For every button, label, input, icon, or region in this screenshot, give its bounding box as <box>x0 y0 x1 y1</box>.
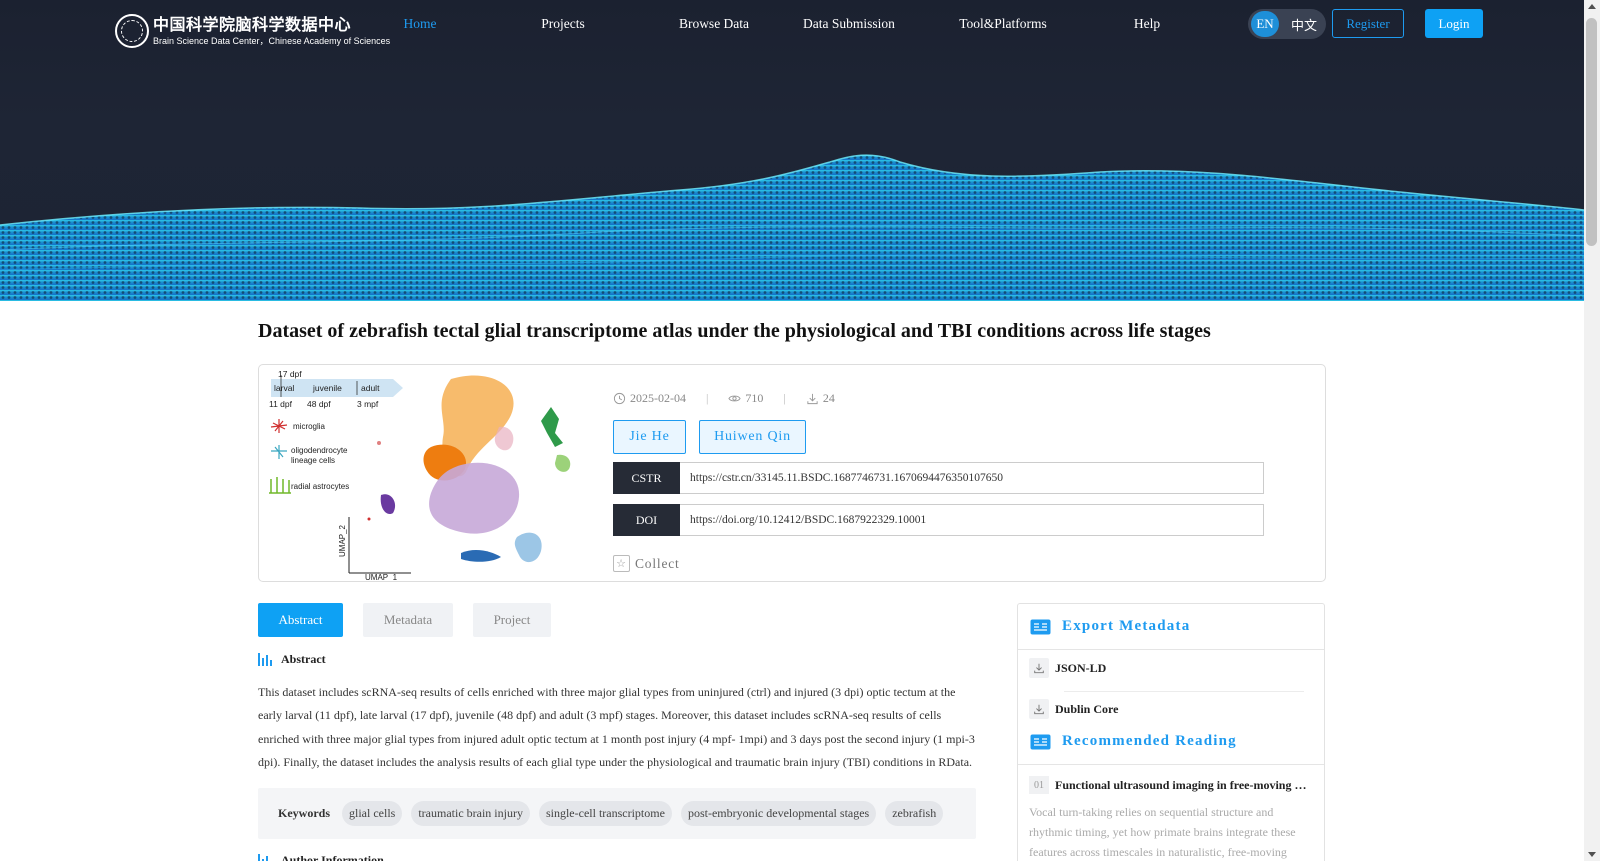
cas-seal-icon <box>115 14 149 48</box>
scroll-down-arrow-icon[interactable] <box>1588 852 1596 857</box>
site-logo[interactable]: 中国科学院脑科学数据中心 Brain Science Data Center，C… <box>115 14 390 48</box>
side-panel: Export Metadata JSON-LD Dublin Core Reco… <box>1017 603 1325 861</box>
thumb-legend-radial: radial astrocytes <box>291 482 349 491</box>
export-metadata-title: Export Metadata <box>1062 618 1191 634</box>
abstract-heading: Abstract <box>258 652 326 667</box>
eye-icon <box>728 395 742 402</box>
keyword-tag[interactable]: single-cell transcriptome <box>538 801 672 826</box>
export-json-ld-label: JSON-LD <box>1055 660 1107 675</box>
thumb-stage-larval: larval <box>274 383 294 393</box>
bars-icon <box>258 854 272 861</box>
keyword-tag[interactable]: glial cells <box>342 801 403 826</box>
cstr-link[interactable]: https://cstr.cn/33145.11.BSDC.1687746731… <box>680 462 1264 494</box>
recommended-reading-heading: Recommended Reading <box>1030 733 1237 750</box>
cstr-row: CSTR https://cstr.cn/33145.11.BSDC.16877… <box>613 462 1264 494</box>
oligodendrocyte-icon <box>271 445 287 459</box>
keywords-box: Keywords glial cells traumatic brain inj… <box>258 788 976 839</box>
thumb-stage-48dpf: 48 dpf <box>307 399 331 409</box>
keyword-tag[interactable]: zebrafish <box>885 801 944 826</box>
thumb-stage-adult: adult <box>361 383 380 393</box>
thumb-axis-x-label: UMAP_1 <box>365 573 398 581</box>
keywords-label: Keywords <box>278 806 330 820</box>
author-button[interactable]: Huiwen Qin <box>699 420 806 454</box>
thumb-stage-3mpf: 3 mpf <box>357 399 379 409</box>
thumb-legend-oligo-1: oligodendrocyte <box>291 446 348 455</box>
download-icon <box>1029 699 1049 719</box>
bars-icon <box>258 653 272 666</box>
thumb-stage-17dpf: 17 dpf <box>278 369 302 379</box>
nav-tool-platforms[interactable]: Tool&Platforms <box>943 17 1063 31</box>
logo-english-name: Brain Science Data Center，Chinese Academ… <box>153 35 391 46</box>
publish-date: 2025-02-04 <box>630 391 686 405</box>
thumb-stage-juvenile: juvenile <box>312 383 342 393</box>
date-meta: 2025-02-04 <box>613 391 686 406</box>
language-toggle[interactable]: EN 中文 <box>1248 9 1326 39</box>
downloads-meta: 24 <box>806 391 835 406</box>
thumb-legend-oligo-2: lineage cells <box>291 456 335 465</box>
nav-projects[interactable]: Projects <box>503 17 623 31</box>
cstr-label: CSTR <box>613 462 680 494</box>
dataset-info-card: 17 dpf larval juvenile adult 11 dpf 48 d… <box>258 364 1326 582</box>
nav-data-submission[interactable]: Data Submission <box>799 17 899 31</box>
rec-title[interactable]: Functional ultrasound imaging in free-mo… <box>1055 778 1313 793</box>
page-scrollbar[interactable] <box>1584 0 1600 861</box>
tab-abstract[interactable]: Abstract <box>258 603 343 637</box>
login-button[interactable]: Login <box>1425 9 1483 38</box>
author-info-heading: Author Information <box>258 853 384 861</box>
lang-cn-option[interactable]: 中文 <box>1291 15 1317 34</box>
lang-en-option[interactable]: EN <box>1251 11 1279 37</box>
view-count: 710 <box>745 391 764 405</box>
book-icon <box>1030 734 1051 749</box>
collect-label: Collect <box>635 555 680 571</box>
collect-button[interactable]: ☆ Collect <box>613 555 680 572</box>
download-icon <box>807 393 818 405</box>
scroll-up-arrow-icon[interactable] <box>1588 4 1596 9</box>
keyword-tag[interactable]: traumatic brain injury <box>411 801 530 826</box>
tab-project[interactable]: Project <box>473 603 551 637</box>
star-icon: ☆ <box>613 555 630 572</box>
author-info-heading-text: Author Information <box>281 853 384 861</box>
recommended-reading-title: Recommended Reading <box>1062 733 1237 749</box>
author-button[interactable]: Jie He <box>613 420 686 454</box>
thumb-axis-y-label: UMAP_2 <box>338 524 347 557</box>
dataset-umap-thumbnail: 17 dpf larval juvenile adult 11 dpf 48 d… <box>269 369 571 581</box>
book-icon <box>1030 619 1051 634</box>
export-dublin-core[interactable]: Dublin Core <box>1029 699 1118 719</box>
nav-browse-data[interactable]: Browse Data <box>654 17 774 31</box>
abstract-text: This dataset includes scRNA-seq results … <box>258 685 975 769</box>
rec-number: 01 <box>1029 776 1049 795</box>
doi-row: DOI https://doi.org/10.12412/BSDC.168792… <box>613 504 1264 536</box>
nav-home[interactable]: Home <box>360 17 480 31</box>
doi-link[interactable]: https://doi.org/10.12412/BSDC.1687922329… <box>680 504 1264 536</box>
dataset-stats-row: 2025-02-04 | 710 | 24 <box>613 391 835 406</box>
keyword-tag[interactable]: post-embryonic developmental stages <box>680 801 877 826</box>
thumb-legend-microglia: microglia <box>293 422 326 431</box>
doi-label: DOI <box>613 504 680 536</box>
microglia-icon <box>270 419 288 433</box>
download-count: 24 <box>822 391 835 405</box>
dataset-title: Dataset of zebrafish tectal glial transc… <box>258 320 1211 342</box>
radial-astrocyte-icon <box>269 477 291 494</box>
recommended-article[interactable]: 01 Functional ultrasound imaging in free-… <box>1029 776 1315 861</box>
export-json-ld[interactable]: JSON-LD <box>1029 658 1106 678</box>
logo-chinese-name: 中国科学院脑科学数据中心 <box>153 16 352 34</box>
thumb-stage-11dpf: 11 dpf <box>269 399 293 409</box>
nav-help[interactable]: Help <box>1087 17 1207 31</box>
clock-icon <box>613 392 626 405</box>
scrollbar-thumb[interactable] <box>1586 18 1597 246</box>
export-dublin-core-label: Dublin Core <box>1055 701 1119 716</box>
tab-metadata[interactable]: Metadata <box>363 603 453 637</box>
rec-description: Vocal turn-taking relies on sequential s… <box>1029 805 1296 860</box>
views-meta: 710 <box>728 391 763 406</box>
export-metadata-heading: Export Metadata <box>1030 618 1190 635</box>
register-button[interactable]: Register <box>1332 9 1404 38</box>
download-icon <box>1029 658 1049 678</box>
abstract-heading-text: Abstract <box>281 652 326 666</box>
